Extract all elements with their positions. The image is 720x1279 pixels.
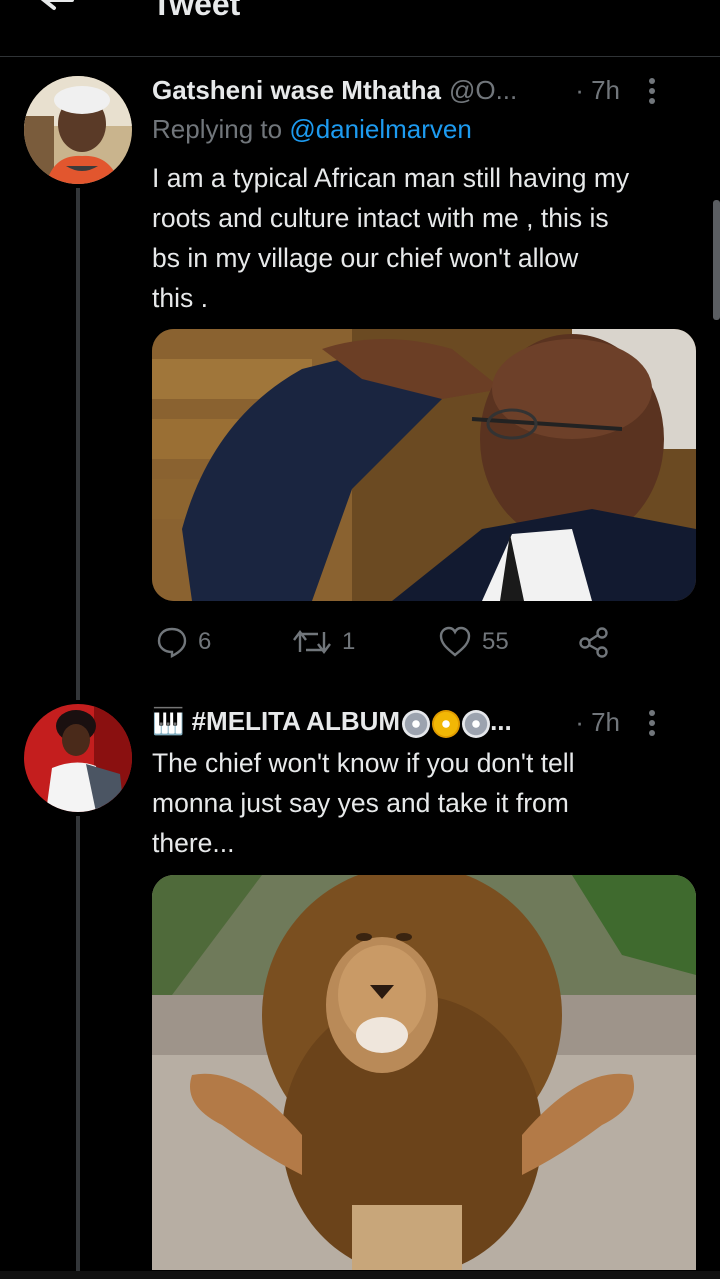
- username[interactable]: @O...: [449, 75, 517, 106]
- display-name[interactable]: Gatsheni wase Mthatha: [152, 75, 441, 106]
- heart-icon: [439, 626, 471, 657]
- tweet-image[interactable]: [152, 329, 696, 601]
- retweet-icon: [293, 630, 331, 654]
- avatar[interactable]: [24, 76, 132, 184]
- more-options-icon[interactable]: [648, 78, 656, 104]
- thread-connector: [76, 816, 80, 1279]
- replying-to: Replying to @danielmarven: [152, 114, 472, 145]
- retweet-count: 1: [342, 628, 356, 655]
- avatar[interactable]: [24, 704, 132, 812]
- tweet-text: I am a typical African man still having …: [152, 163, 630, 313]
- retweet-button[interactable]: 1: [292, 620, 355, 664]
- timestamp[interactable]: · 7h: [575, 707, 620, 738]
- scrollbar[interactable]: [713, 200, 720, 320]
- cd-emoji-icon: [402, 709, 431, 738]
- cd-emoji-icon: [462, 709, 491, 738]
- tweet-text: The chief won't know if you don't tell m…: [152, 748, 575, 858]
- page-title: Tweet: [152, 0, 241, 22]
- dvd-emoji-icon: [432, 709, 461, 738]
- bottom-bar: [0, 1271, 720, 1279]
- tweet-header: Gatsheni wase Mthatha @O... · 7h: [152, 72, 692, 108]
- share-icon: [579, 627, 608, 658]
- display-name-ellipsis: ...: [490, 706, 512, 737]
- more-options-icon[interactable]: [648, 710, 656, 736]
- replying-label: Replying to: [152, 114, 290, 144]
- reply-button[interactable]: 6: [156, 620, 211, 664]
- top-app-bar: Tweet: [0, 0, 720, 57]
- display-name[interactable]: 🎹 #MELITA ALBUM...: [152, 706, 512, 738]
- timestamp[interactable]: · 7h: [575, 75, 620, 106]
- back-arrow-icon[interactable]: [36, 0, 76, 22]
- tweet-image[interactable]: [152, 875, 696, 1270]
- reply-icon: [157, 627, 187, 658]
- tweet-header: 🎹 #MELITA ALBUM... · 7h: [152, 704, 692, 740]
- reply-count: 6: [198, 628, 212, 655]
- mention-link[interactable]: @danielmarven: [289, 114, 471, 144]
- thread-connector: [76, 188, 80, 700]
- like-count: 55: [482, 628, 509, 655]
- like-button[interactable]: 55: [438, 620, 509, 664]
- tweet-actions: 6 1 55: [152, 620, 632, 664]
- share-button[interactable]: [578, 620, 620, 664]
- display-name-text: 🎹 #MELITA ALBUM: [152, 706, 401, 737]
